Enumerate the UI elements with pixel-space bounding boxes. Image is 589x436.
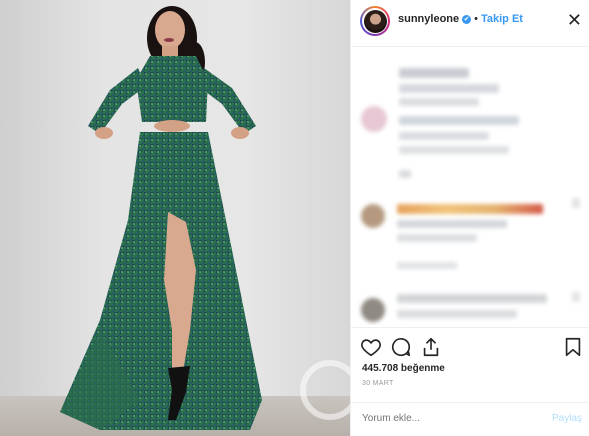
heart-icon[interactable] [360,336,382,358]
comment-icon[interactable] [390,336,412,358]
blurred-like-icon [572,198,580,208]
header-text: sunnyleone ✔ • Takip Et [398,13,523,25]
post-viewer: sunnyleone ✔ • Takip Et ✕ 445.708 beğenm… [0,0,589,436]
blurred-comment [399,68,469,78]
blurred-comment [399,116,519,125]
blurred-comment [399,84,499,93]
blurred-avatar [361,106,387,132]
blurred-comment [397,262,457,269]
blurred-comment [397,234,477,242]
blurred-avatar [361,298,385,322]
post-date[interactable]: 30 MART [362,380,394,387]
likes-count[interactable]: 445.708 beğenme [362,363,445,374]
blurred-comment [397,220,507,228]
action-bar: 445.708 beğenme 30 MART [351,327,589,411]
avatar-inner [362,8,388,34]
close-icon[interactable]: ✕ [567,11,582,29]
post-header: sunnyleone ✔ • Takip Et ✕ [351,0,589,47]
comments-list[interactable] [351,48,589,325]
blurred-comment [397,294,547,303]
avatar-photo [363,9,387,33]
blurred-comment [399,170,411,178]
header-separator: • [474,13,478,25]
share-icon[interactable] [420,336,442,358]
blurred-comment [399,98,479,106]
blurred-like-icon [572,292,580,302]
comment-bar: Paylaş [351,402,589,436]
blurred-comment [399,132,489,140]
post-comment-button[interactable]: Paylaş [552,413,582,424]
bookmark-icon[interactable] [562,336,584,358]
avatar[interactable] [360,6,390,36]
comment-input[interactable] [362,413,532,424]
blurred-comment [399,146,509,154]
username-link[interactable]: sunnyleone [398,13,459,25]
post-photo[interactable] [0,0,350,436]
blurred-comment [397,310,517,318]
blurred-comment [397,204,543,214]
post-side-panel: sunnyleone ✔ • Takip Et ✕ 445.708 beğenm… [350,0,589,436]
photo-figure [60,6,262,430]
follow-button[interactable]: Takip Et [481,13,523,25]
verified-badge-icon: ✔ [462,14,472,24]
blurred-avatar [361,204,385,228]
